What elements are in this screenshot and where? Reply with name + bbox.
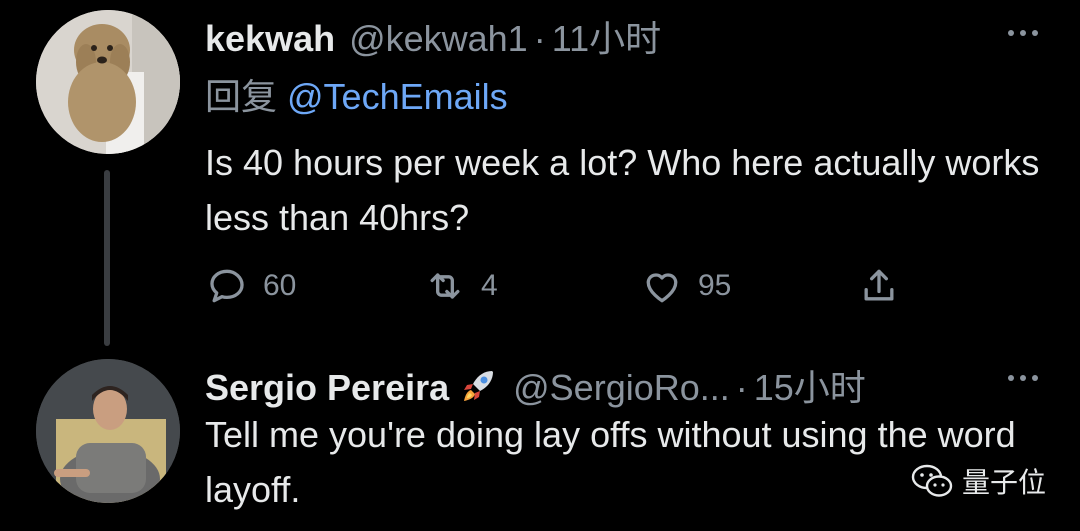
comment-bubble-icon (210, 269, 244, 303)
separator: · (735, 367, 748, 408)
tweet-text: Is 40 hours per week a lot? Who here act… (205, 142, 1040, 238)
heart-icon (646, 273, 678, 303)
rocket-icon (464, 371, 494, 401)
tweet-actions: 60 4 95 (205, 264, 925, 324)
tweet-header: Sergio Pereira @SergioRo... · 15小时 (205, 359, 866, 411)
avatar[interactable] (36, 10, 180, 154)
thread-line (104, 170, 110, 346)
user-handle[interactable]: @kekwah1 (349, 18, 528, 60)
reply-mention[interactable]: @TechEmails (287, 76, 508, 117)
user-handle[interactable]: @SergioRo... (513, 367, 730, 409)
separator: · (533, 18, 546, 59)
like-count: 95 (698, 269, 732, 302)
tweet-header: kekwah @kekwah1 · 11小时 (205, 10, 661, 62)
reply-context: 回复 @TechEmails (205, 68, 508, 120)
wechat-icon (911, 464, 953, 497)
display-name[interactable]: kekwah (205, 18, 335, 60)
reply-prefix: 回复 (205, 76, 278, 117)
watermark-label: 量子位 (961, 467, 1046, 498)
retweet-icon (430, 273, 460, 299)
like-button[interactable]: 95 (640, 264, 731, 308)
reply-count: 60 (263, 269, 297, 302)
tweet-sergio[interactable]: Sergio Pereira @SergioRo... · 15小时 Tell … (0, 345, 1080, 531)
tweet-kekwah[interactable]: kekwah @kekwah1 · 11小时 回复 @TechEmails Is … (0, 0, 1080, 346)
share-button[interactable] (857, 264, 901, 308)
share-icon (864, 269, 894, 301)
timestamp[interactable]: 11小时 (552, 10, 661, 62)
watermark: 量子位 (910, 461, 1046, 501)
more-dots-icon[interactable] (1008, 30, 1038, 36)
avatar[interactable] (36, 359, 180, 503)
display-name[interactable]: Sergio Pereira (205, 367, 449, 409)
retweet-button[interactable]: 4 (423, 264, 498, 308)
reply-button[interactable]: 60 (205, 264, 296, 308)
timestamp[interactable]: 15小时 (754, 359, 866, 411)
more-dots-icon[interactable] (1008, 375, 1038, 381)
retweet-count: 4 (481, 269, 498, 302)
